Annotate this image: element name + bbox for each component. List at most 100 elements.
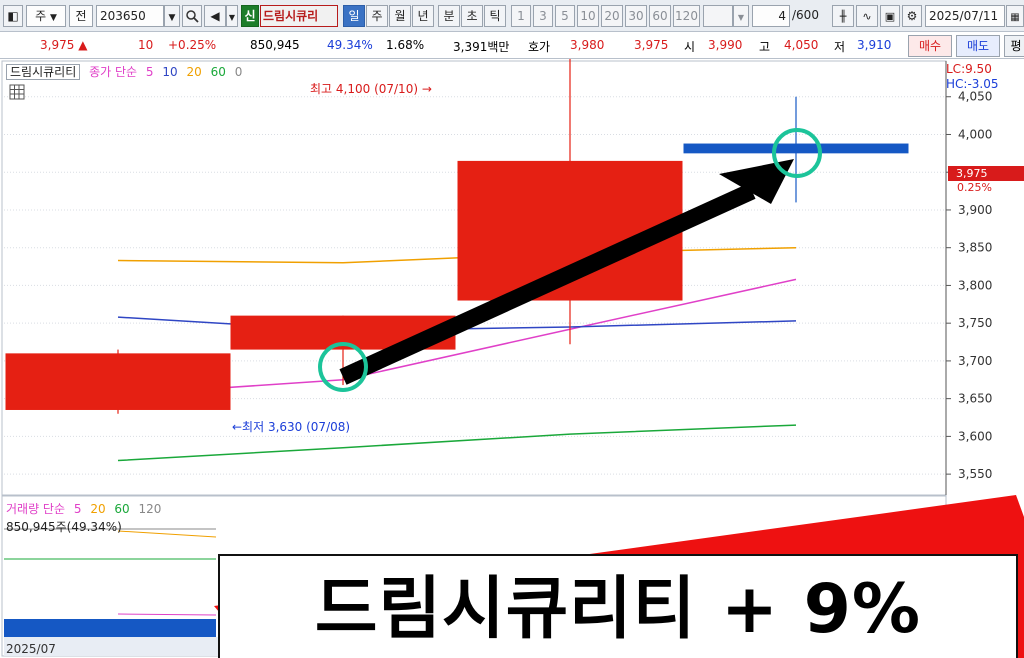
ma-legend-5: 5 <box>145 65 154 79</box>
volume-value-label: 850,945주(49.34%) <box>6 520 122 534</box>
buy-button[interactable]: 매수 <box>908 35 952 57</box>
period-week-tab[interactable]: 주 <box>366 5 388 27</box>
low-annotation: ←최저 3,630 (07/08) <box>232 420 351 434</box>
settings-button[interactable]: ⚙ <box>902 5 922 27</box>
volume-ma-5: 5 <box>73 502 82 516</box>
volume-ma-60: 60 <box>114 502 130 516</box>
stock-code-input[interactable]: 203650 <box>96 5 164 27</box>
current-pct-tag: 0.25% <box>957 181 992 194</box>
calendar-icon: ▦ <box>1010 12 1020 23</box>
volume-legend: 거래량 단순 5 20 60 120 <box>6 500 166 517</box>
open-label: 시 <box>684 40 696 54</box>
gear-icon: ⚙ <box>906 9 918 23</box>
interval-dropdown-button[interactable]: ▼ <box>733 5 749 27</box>
current-price-tag: 3,975 <box>948 166 1024 181</box>
line-chart-icon: ∿ <box>862 10 872 23</box>
interval-3-button[interactable]: 3 <box>533 5 553 27</box>
period-tick-tab[interactable]: 틱 <box>484 5 506 27</box>
ask-price-1: 3,980 <box>570 38 605 52</box>
page-count-input[interactable]: 4 <box>752 5 790 27</box>
ma-legend-10: 10 <box>162 65 178 79</box>
chevron-down-icon: ▼ <box>49 13 57 23</box>
interval-1-button[interactable]: 1 <box>511 5 531 27</box>
chart-area[interactable]: 3,550 3,600 3,650 3,700 3,750 3,800 3,850 3,900… <box>0 59 1024 658</box>
open-price: 3,990 <box>708 38 743 52</box>
hc-indicator: HC:-3.05 <box>946 77 999 91</box>
price-legend: 드림시큐리티 종가 단순 5 10 20 60 0 <box>6 63 247 80</box>
interval-20-button[interactable]: 20 <box>601 5 623 27</box>
interval-30-button[interactable]: 30 <box>625 5 647 27</box>
interval-custom-input[interactable] <box>703 5 733 27</box>
candle-type-button[interactable]: ╫ <box>832 5 854 27</box>
line-type-button[interactable]: ∿ <box>856 5 878 27</box>
high-price: 4,050 <box>784 38 819 52</box>
current-price: 3,975 ▲ <box>40 38 87 52</box>
search-button[interactable] <box>182 5 202 27</box>
y-tick-label: 3,600 <box>958 429 992 443</box>
ma-legend-20: 20 <box>186 65 202 79</box>
volume-bar <box>4 619 216 637</box>
price-change: 10 <box>138 38 154 52</box>
window-menu-icon[interactable]: ◧ <box>3 5 23 27</box>
extra-button[interactable]: 평 <box>1004 35 1024 57</box>
ma-legend-0: 0 <box>234 65 243 79</box>
stock-name-field: 드림시큐리 <box>260 5 338 27</box>
sound-button[interactable]: ◀ <box>204 5 226 27</box>
period-minute-tab[interactable]: 분 <box>438 5 460 27</box>
trade-amount: 3,391백만 <box>453 40 510 54</box>
save-icon: ▣ <box>884 10 896 23</box>
volume-ma-20: 20 <box>90 502 106 516</box>
ask-price-2: 3,975 <box>634 38 669 52</box>
speaker-icon: ◀ <box>210 9 220 23</box>
grid-table-icon[interactable] <box>9 84 25 100</box>
prev-button[interactable]: 전 <box>69 5 93 27</box>
lc-indicator: LC:9.50 <box>946 62 992 76</box>
market-select[interactable]: 주 ▼ <box>26 5 66 27</box>
period-month-tab[interactable]: 월 <box>389 5 411 27</box>
y-tick-label: 3,850 <box>958 241 992 255</box>
interval-10-button[interactable]: 10 <box>577 5 599 27</box>
ma-legend-60: 60 <box>210 65 226 79</box>
calendar-button[interactable]: ▦ <box>1006 5 1024 27</box>
volume-ma-120: 120 <box>138 502 162 516</box>
y-tick-label: 4,050 <box>958 90 992 104</box>
interval-120-button[interactable]: 120 <box>673 5 700 27</box>
high-annotation: 최고 4,100 (07/10) → <box>310 82 432 96</box>
y-tick-label: 3,700 <box>958 354 992 368</box>
quote-bar: 3,975 ▲ 10 +0.25% 850,945 49.34% 1.68% 3… <box>0 32 1024 59</box>
sound-dropdown-button[interactable]: ▼ <box>226 5 238 27</box>
y-tick-label: 3,650 <box>958 392 992 406</box>
y-tick-label: 3,550 <box>958 467 992 481</box>
save-button[interactable]: ▣ <box>880 5 900 27</box>
ma-legend-prefix: 종가 단순 <box>89 65 138 79</box>
chevron-down-icon: ▼ <box>737 13 745 22</box>
sell-button[interactable]: 매도 <box>956 35 1000 57</box>
candle-body <box>683 143 909 154</box>
chart-title: 드림시큐리티 <box>6 64 81 80</box>
high-label: 고 <box>759 40 771 54</box>
current-price-value: 3,975 <box>40 38 75 52</box>
chevron-down-icon: ▼ <box>168 13 176 23</box>
code-dropdown-button[interactable]: ▼ <box>164 5 180 27</box>
period-day-tab[interactable]: 일 <box>343 5 365 27</box>
price-change-pct: +0.25% <box>168 38 217 52</box>
interval-60-button[interactable]: 60 <box>649 5 671 27</box>
period-year-tab[interactable]: 년 <box>412 5 434 27</box>
market-select-label: 주 <box>35 9 47 23</box>
new-badge: 신 <box>241 5 259 27</box>
up-arrow-icon: ▲ <box>78 38 88 52</box>
toolbar: ◧ 주 ▼ 전 203650 ▼ ◀ ▼ 신 드림시큐리 일 주 월 년 분 초… <box>0 0 1024 32</box>
date-input[interactable]: 2025/07/11 <box>925 5 1005 27</box>
banner-text: 드림시큐리티 + 9% <box>314 570 922 649</box>
volume-value: 850,945 <box>250 38 300 52</box>
low-price: 3,910 <box>857 38 892 52</box>
interval-5-button[interactable]: 5 <box>555 5 575 27</box>
page-total-label: /600 <box>792 8 819 22</box>
volume-legend-prefix: 거래량 단순 <box>6 502 66 516</box>
candle-body <box>5 353 231 410</box>
low-label: 저 <box>834 40 846 54</box>
volume-rate: 49.34% <box>327 38 373 52</box>
date-axis-label: 2025/07 <box>6 642 56 656</box>
period-second-tab[interactable]: 초 <box>461 5 483 27</box>
y-tick-label: 4,000 <box>958 127 992 141</box>
